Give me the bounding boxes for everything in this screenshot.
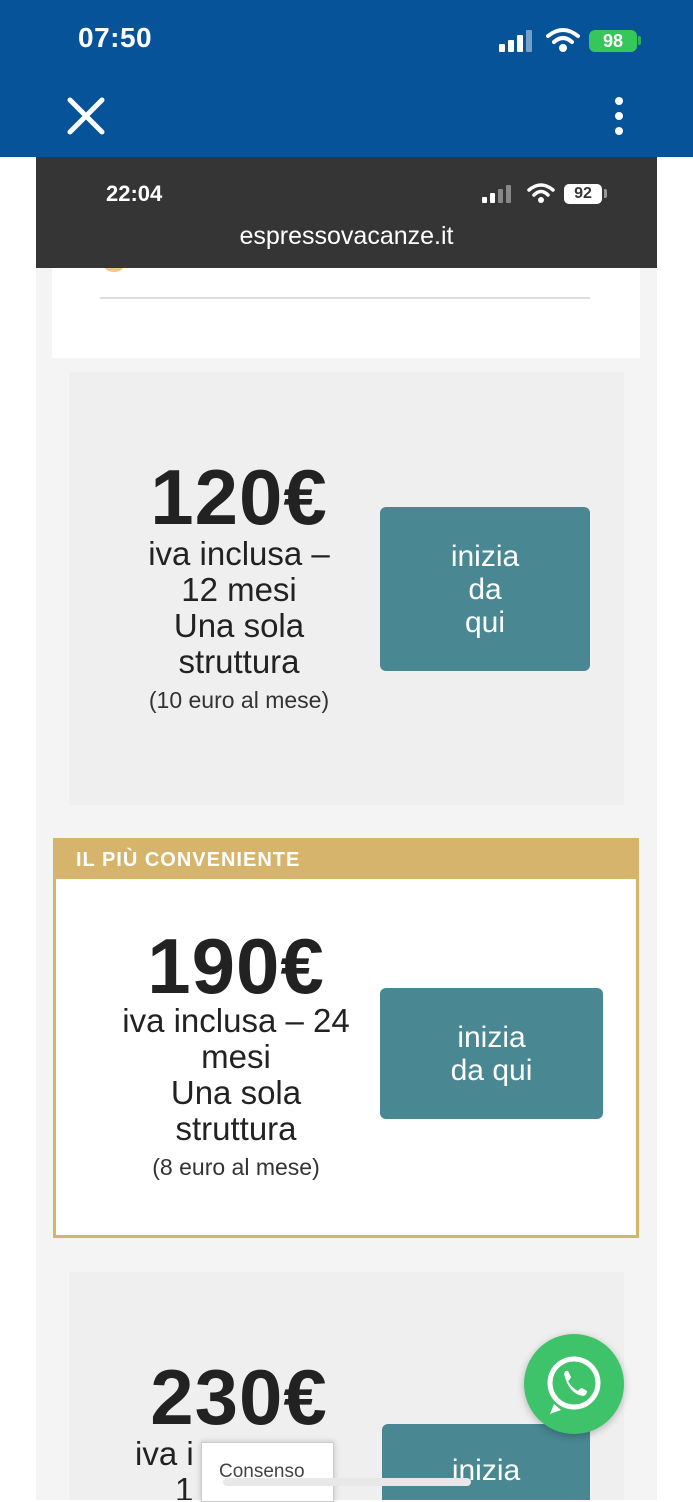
battery-level: 98: [589, 30, 637, 52]
plan-monthly-price: (8 euro al mese): [152, 1154, 320, 1180]
inner-browser-bar: 22:04 92 espressovacanze.it: [36, 157, 657, 268]
home-indicator: [223, 1478, 471, 1486]
divider: [100, 297, 590, 299]
inner-status-time: 22:04: [106, 181, 163, 206]
best-value-badge: IL PIÙ CONVENIENTE: [56, 841, 636, 879]
wifi-icon: [546, 28, 580, 52]
app-header: 07:50 98: [0, 0, 693, 157]
more-vertical-icon[interactable]: [600, 95, 638, 137]
plan-price: 120€: [150, 453, 328, 541]
start-button-24-months[interactable]: inizia da qui: [380, 988, 603, 1119]
inner-wifi-icon: [527, 183, 555, 203]
signal-icon: [499, 30, 535, 52]
url-bar[interactable]: espressovacanze.it: [36, 222, 657, 251]
content-area: [52, 268, 640, 358]
whatsapp-button[interactable]: [524, 1334, 624, 1434]
plan-description: iva inclusa – 12 mesi Una sola struttura: [148, 535, 330, 680]
inner-battery-icon: [604, 189, 607, 198]
status-time: 07:50: [78, 22, 153, 53]
plan-card-12-months: 120€ iva inclusa – 12 mesi Una sola stru…: [69, 372, 624, 805]
plan-monthly-price: (10 euro al mese): [148, 687, 330, 713]
plan-card-24-months: IL PIÙ CONVENIENTE 190€ iva inclusa – 24…: [53, 838, 639, 1238]
plan-description: iva inclusa – 24 mesi Una sola struttura: [122, 1002, 350, 1147]
close-icon[interactable]: [66, 96, 106, 136]
whatsapp-icon: [547, 1356, 601, 1414]
consent-button[interactable]: Consenso: [201, 1442, 334, 1502]
plan-price: 190€: [147, 922, 325, 1010]
inner-battery-level: 92: [564, 184, 602, 204]
inner-signal-icon: [482, 185, 514, 203]
start-button-36-months[interactable]: inizia: [382, 1424, 590, 1500]
plan-price: 230€: [150, 1353, 328, 1441]
start-button-12-months[interactable]: inizia da qui: [380, 507, 590, 671]
battery-icon: [638, 36, 641, 45]
